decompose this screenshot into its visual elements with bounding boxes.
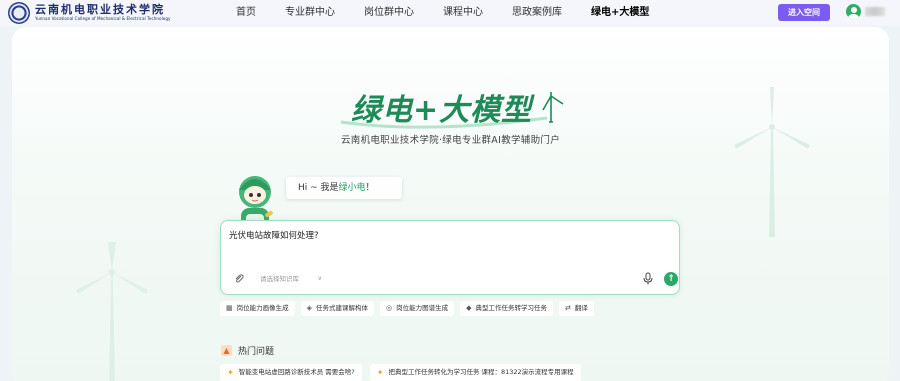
hero-title: 绿电+大模型	[351, 93, 533, 128]
hot-question-item[interactable]: ✦ 把典型工作任务转化为学习任务 课程：81322演示流程专用课程	[369, 364, 581, 381]
college-name-en: Yunnan Vocational College of Mechanical …	[35, 16, 171, 21]
chevron-down-icon: ∨	[317, 275, 322, 282]
target-icon: ◎	[386, 304, 393, 312]
fire-icon: ▲	[221, 345, 232, 356]
microphone-icon[interactable]	[642, 272, 654, 285]
college-logo-text: 云南机电职业技术学院 Yunnan Vocational College of …	[35, 4, 171, 22]
chat-question-input[interactable]	[229, 230, 649, 240]
main-nav: 首页 专业群中心 岗位群中心 课程中心 思政案例库 绿电+大模型	[236, 0, 678, 26]
college-seal-icon	[8, 2, 30, 24]
college-name-cn: 云南机电职业技术学院	[35, 3, 165, 16]
quick-action-chip[interactable]: ⇄ 翻译	[559, 301, 594, 316]
hot-question-text: 把典型工作任务转化为学习任务 课程：81322演示流程专用课程	[388, 368, 574, 376]
enter-space-button[interactable]: 进入空间	[778, 4, 830, 21]
quick-action-label: 岗位能力画像生成	[236, 304, 289, 312]
sparkle-icon: ✦	[376, 368, 384, 377]
college-logo[interactable]: 云南机电职业技术学院 Yunnan Vocational College of …	[8, 2, 171, 24]
wind-turbine-icon	[734, 87, 810, 237]
greeting-prefix: Hi ~ 我是	[298, 183, 339, 193]
chat-input-box: 请选择知识库 ∨ ↑	[220, 220, 680, 295]
quick-action-chip[interactable]: ◎ 岗位能力图谱生成	[380, 301, 455, 316]
quick-action-label: 岗位能力图谱生成	[396, 304, 449, 312]
quick-action-chip[interactable]: ▦ 岗位能力画像生成	[220, 301, 295, 316]
translate-icon: ⇄	[565, 304, 571, 312]
knowledge-base-select[interactable]: 请选择知识库 ∨	[253, 272, 328, 286]
greeting-bubble: Hi ~ 我是绿小电！	[286, 177, 402, 199]
quick-action-chip[interactable]: ◈ 任务式建课解构体	[300, 301, 375, 316]
send-button[interactable]: ↑	[664, 272, 678, 286]
diamond-icon: ◆	[466, 304, 472, 312]
user-name-blurred	[865, 7, 885, 16]
quick-action-label: 典型工作任务转学习任务	[475, 304, 548, 312]
top-navigation-bar: 云南机电职业技术学院 Yunnan Vocational College of …	[0, 0, 900, 26]
layers-icon: ◈	[306, 304, 313, 312]
knowledge-base-placeholder: 请选择知识库	[260, 275, 299, 283]
paperclip-icon[interactable]	[233, 273, 245, 285]
user-menu[interactable]	[846, 4, 885, 19]
quick-action-chip[interactable]: ◆ 典型工作任务转学习任务	[460, 301, 554, 316]
nav-course-center[interactable]: 课程中心	[443, 0, 483, 26]
main-panel: 绿电+大模型 云南机电职业技术学院·绿电专业群AI教学辅助门户 Hi ~ 我是绿…	[12, 27, 889, 381]
nav-home[interactable]: 首页	[236, 0, 256, 26]
nav-major-group-center[interactable]: 专业群中心	[285, 0, 335, 26]
nav-job-group-center[interactable]: 岗位群中心	[364, 0, 414, 26]
assistant-name: 绿小电	[338, 183, 366, 193]
quick-actions: ▦ 岗位能力画像生成 ◈ 任务式建课解构体 ◎ 岗位能力图谱生成 ◆ 典型工作任…	[220, 301, 600, 316]
sparkle-icon: ✦	[227, 368, 234, 377]
hero-subtitle: 云南机电职业技术学院·绿电专业群AI教学辅助门户	[340, 135, 561, 146]
hot-questions-header: ▲ 热门问题	[221, 344, 274, 357]
wind-turbine-icon	[76, 242, 148, 381]
hot-questions-list: ✦ 智能变电站虚回路诊断技术员 需要会啥? ✦ 把典型工作任务转化为学习任务 课…	[220, 364, 589, 381]
user-avatar-icon[interactable]	[846, 4, 861, 19]
hot-question-item[interactable]: ✦ 智能变电站虚回路诊断技术员 需要会啥?	[220, 364, 362, 381]
hot-questions-title: 热门问题	[238, 347, 275, 357]
chart-icon: ▦	[226, 304, 233, 312]
hot-question-text: 智能变电站虚回路诊断技术员 需要会啥?	[238, 368, 355, 376]
quick-action-label: 任务式建课解构体	[316, 304, 369, 312]
quick-action-label: 翻译	[574, 304, 588, 312]
greeting-suffix: ！	[365, 183, 375, 193]
nav-ideology-case-library[interactable]: 思政案例库	[512, 0, 562, 26]
hero-title-block: 绿电+大模型	[337, 82, 587, 132]
nav-green-power-llm[interactable]: 绿电+大模型	[591, 0, 649, 26]
